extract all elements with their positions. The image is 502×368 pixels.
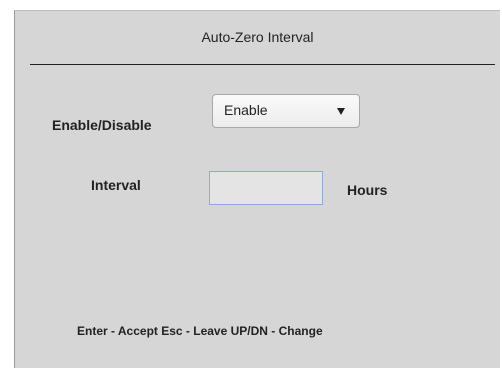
enable-disable-selected-value: Enable xyxy=(224,102,268,118)
interval-label: Interval xyxy=(91,177,141,193)
interval-input[interactable] xyxy=(209,171,323,205)
auto-zero-interval-dialog: Auto-Zero Interval Enable/Disable Enable… xyxy=(14,10,500,368)
enable-disable-select[interactable]: Enable xyxy=(212,94,360,128)
dialog-title: Auto-Zero Interval xyxy=(201,29,314,45)
enable-disable-label: Enable/Disable xyxy=(52,117,152,133)
chevron-down-icon xyxy=(337,108,345,115)
title-divider xyxy=(30,64,495,65)
key-hint-footer: Enter - Accept Esc - Leave UP/DN - Chang… xyxy=(77,324,323,338)
hours-unit-label: Hours xyxy=(347,182,388,198)
